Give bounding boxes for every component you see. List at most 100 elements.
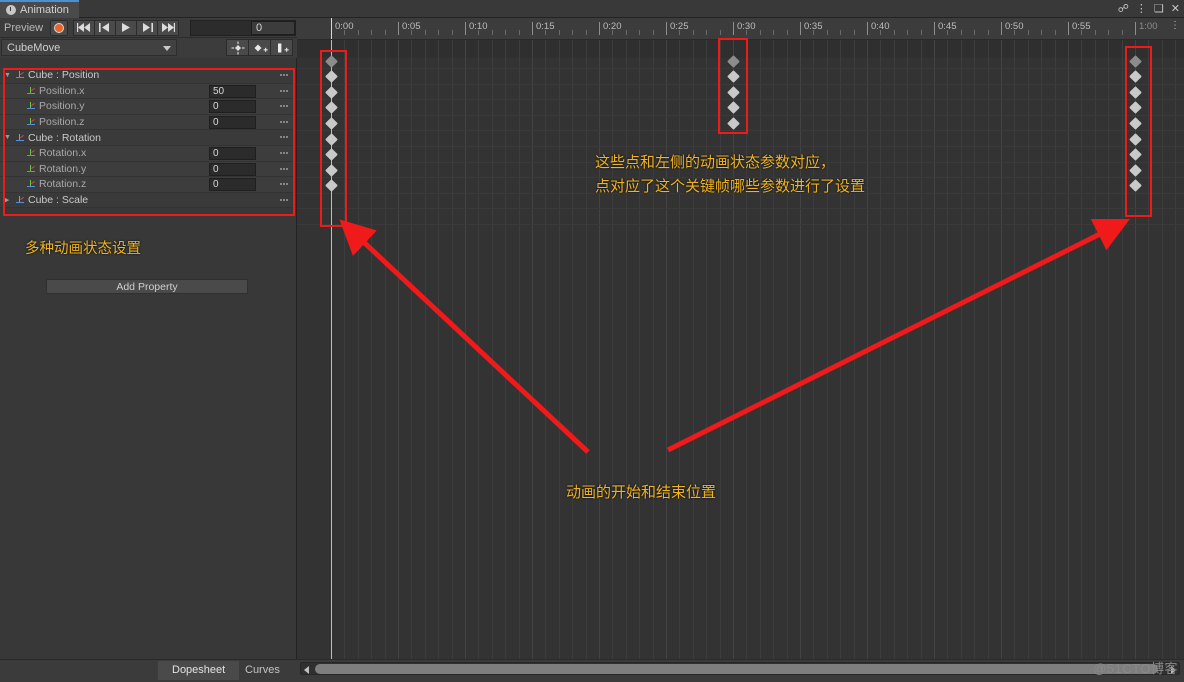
scroll-left-icon[interactable] [304, 666, 309, 674]
kebab-menu-icon[interactable]: ⋮ [1136, 3, 1147, 15]
add-event-icon [277, 43, 289, 52]
ruler-tick-major [599, 22, 600, 35]
keyframe-diamond[interactable] [1128, 117, 1142, 130]
record-button[interactable] [50, 19, 68, 36]
add-keyframe-button[interactable] [226, 39, 249, 56]
last-frame-button[interactable] [157, 19, 179, 36]
ruler-tick-major [867, 22, 868, 35]
add-property-button[interactable]: Add Property [46, 279, 248, 294]
time-ruler[interactable]: ⋮ 0:00 0:05 0:10 0:15 0:20 0:25 0:30 0:35 0:40 0:… [297, 18, 1184, 40]
horizontal-scrollbar[interactable] [300, 662, 1180, 675]
keyframe-diamond[interactable] [726, 70, 740, 83]
grid-line-horizontal [297, 83, 1184, 85]
property-options-icon[interactable] [280, 136, 288, 139]
property-value-field[interactable]: 0 [209, 178, 256, 192]
keyframe-diamond[interactable] [726, 85, 740, 99]
property-row[interactable]: ▼ Cube : Position [0, 68, 295, 84]
animation-curve-icon [26, 117, 37, 127]
property-value-field[interactable]: 0 [209, 146, 256, 160]
keyframe-diamond[interactable] [1128, 148, 1142, 161]
grid-line-vertical [1014, 40, 1016, 659]
ruler-tick-minor [625, 30, 627, 35]
property-name: Position.x [39, 84, 85, 97]
grid-line-horizontal [297, 224, 1184, 225]
property-row[interactable]: ▼ Cube : Rotation [0, 130, 295, 146]
keyframe-diamond[interactable] [1128, 101, 1142, 115]
tab-curves[interactable]: Curves [231, 661, 294, 680]
keyframe-diamond[interactable] [324, 179, 338, 193]
keyframe-diamond[interactable] [1128, 163, 1142, 177]
property-options-icon[interactable] [280, 198, 288, 202]
grid-line-vertical [1094, 40, 1096, 659]
ruler-tick-minor [759, 30, 761, 35]
add-event-button[interactable] [270, 39, 293, 56]
playhead-handle[interactable] [331, 18, 332, 39]
ruler-tick-minor [612, 30, 614, 35]
keyframe-diamond[interactable] [324, 132, 338, 146]
prev-frame-button[interactable] [94, 19, 116, 36]
clip-selector[interactable]: CubeMove [1, 39, 177, 56]
property-options-icon[interactable] [280, 120, 288, 124]
ruler-kebab-icon[interactable]: ⋮ [1170, 21, 1180, 31]
ruler-tick-minor [1108, 30, 1110, 35]
keyframe-diamond[interactable] [1128, 132, 1142, 146]
preview-label[interactable]: Preview [0, 22, 50, 34]
maximize-icon[interactable]: ❑ [1154, 3, 1164, 15]
frame-field[interactable]: 0 [190, 20, 296, 36]
ruler-tick-minor [1027, 30, 1029, 35]
keyframe-diamond[interactable] [1128, 85, 1142, 99]
annotation-left-panel: 多种动画状态设置 [25, 241, 141, 257]
property-row[interactable]: Position.z 0 [0, 114, 295, 131]
keyframe-diamond[interactable] [1128, 179, 1142, 193]
property-row[interactable]: Rotation.z 0 [0, 177, 295, 193]
keyframe-diamond[interactable] [324, 85, 338, 99]
ruler-tick-major [1068, 22, 1069, 35]
tab-dopesheet[interactable]: Dopesheet [158, 661, 240, 680]
keyframe-diamond[interactable] [324, 148, 338, 161]
keyframe-diamond[interactable] [726, 117, 740, 130]
property-options-icon[interactable] [280, 89, 288, 93]
keyframe-diamond[interactable] [324, 163, 338, 177]
grid-line-vertical [813, 40, 815, 659]
property-row[interactable]: Position.y 0 [0, 99, 295, 115]
chevron-right-icon[interactable]: ▶ [4, 197, 15, 204]
add-keyframe-plus-button[interactable] [248, 39, 271, 56]
property-value-field[interactable]: 50 [209, 84, 256, 98]
property-options-icon[interactable] [280, 167, 288, 171]
grid-line-vertical [478, 40, 480, 659]
keyframe-diamond[interactable] [1128, 70, 1142, 83]
play-button[interactable] [115, 19, 137, 36]
property-value-field[interactable]: 0 [209, 115, 256, 129]
chevron-down-icon[interactable]: ▼ [4, 134, 15, 141]
prev-frame-icon [99, 23, 109, 32]
property-options-icon[interactable] [280, 105, 288, 108]
property-options-icon[interactable] [280, 183, 288, 186]
keyframe-diamond[interactable] [324, 70, 338, 83]
property-value-field[interactable]: 0 [209, 162, 256, 176]
property-name: Position.z [39, 116, 85, 129]
property-row[interactable]: Rotation.x 0 [0, 145, 295, 162]
property-row[interactable]: Rotation.y 0 [0, 161, 295, 178]
keyframe-diamond[interactable] [324, 101, 338, 115]
property-options-icon[interactable] [280, 74, 288, 77]
keyframe-diamond[interactable] [726, 101, 740, 115]
frame-value[interactable]: 0 [251, 21, 295, 35]
property-row[interactable]: ▶ Cube : Scale [0, 192, 295, 209]
property-value-field[interactable]: 0 [209, 100, 256, 114]
tab-animation[interactable]: Animation [0, 0, 79, 18]
first-frame-button[interactable] [73, 19, 95, 36]
property-options-icon[interactable] [280, 151, 288, 155]
first-frame-icon [77, 23, 90, 32]
close-icon[interactable]: ✕ [1171, 3, 1180, 15]
keyframe-diamond[interactable] [324, 117, 338, 130]
grid-line-vertical [1081, 40, 1083, 659]
chevron-down-icon[interactable]: ▼ [4, 72, 15, 79]
property-row[interactable]: Position.x 50 [0, 83, 295, 100]
ruler-tick-minor [786, 30, 788, 35]
scrollbar-thumb[interactable] [315, 664, 1158, 674]
next-frame-button[interactable] [136, 19, 158, 36]
lock-icon[interactable]: ☍ [1118, 3, 1129, 15]
dopesheet-area[interactable] [297, 40, 1184, 659]
ruler-tick-minor [438, 30, 440, 35]
property-name: Rotation.y [39, 162, 87, 175]
